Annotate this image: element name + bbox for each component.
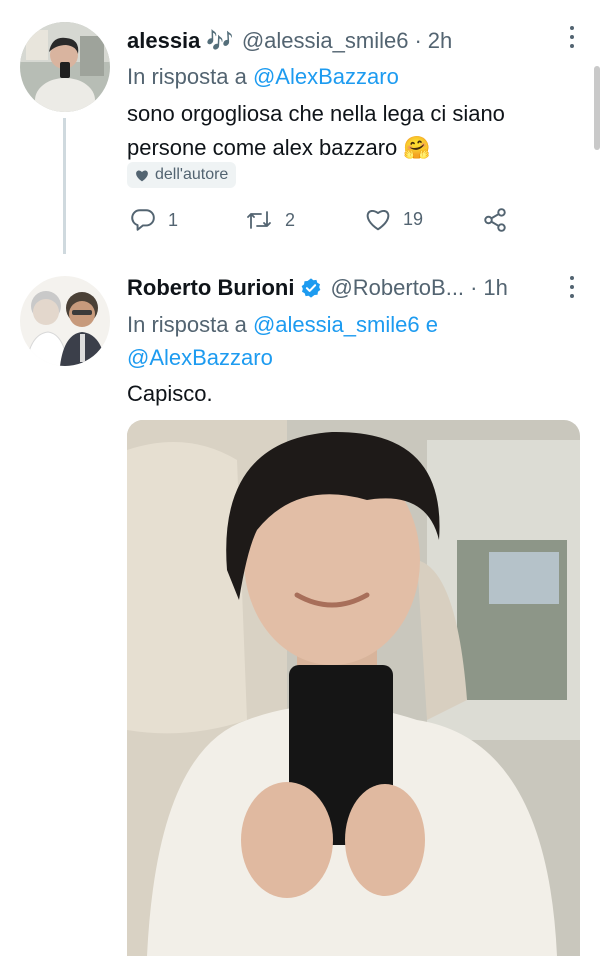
separator-dot: · [414, 28, 422, 53]
tweet-text: sono orgogliosa che nella lega ci siano … [127, 101, 505, 160]
reply-button[interactable]: 1 [130, 207, 178, 233]
reply-mention-1[interactable]: @alessia_smile6 [253, 312, 420, 337]
avatar[interactable] [20, 22, 110, 112]
timestamp[interactable]: 1h [483, 275, 507, 301]
reply-mention-2[interactable]: @AlexBazzaro [127, 345, 273, 370]
reply-count: 1 [168, 209, 179, 230]
reply-prefix: In risposta a [127, 64, 247, 89]
music-notes-emoji: 🎶 [206, 28, 234, 53]
share-icon [484, 208, 506, 232]
separator-dot: · [470, 275, 478, 300]
reply-mention[interactable]: @AlexBazzaro [253, 64, 399, 89]
like-count: 19 [403, 208, 424, 229]
tweet-image[interactable] [127, 420, 580, 956]
like-button[interactable]: 19 [365, 207, 423, 231]
timestamp[interactable]: 2h [428, 28, 452, 54]
tweet-alessia[interactable]: alessia 🎶 @alessia_smile6 · 2h In rispos… [0, 0, 600, 258]
tweet-header: alessia 🎶 @alessia_smile6 · 2h [127, 28, 560, 54]
selfie-photo-icon [20, 22, 110, 112]
verified-badge-icon [302, 278, 321, 298]
heart-icon [366, 210, 390, 231]
heart-icon [136, 169, 148, 181]
tweet-roberto[interactable]: Roberto Burioni @RobertoB... · 1h In ris… [0, 258, 600, 956]
reply-prefix: In risposta a [127, 312, 247, 337]
badge-label: dell'autore [155, 166, 229, 183]
display-name[interactable]: alessia [127, 28, 200, 54]
reply-context: In risposta a @AlexBazzaro [127, 60, 399, 93]
user-handle[interactable]: @alessia_smile6 [242, 28, 409, 54]
avatar[interactable] [20, 276, 110, 366]
more-options-icon[interactable] [568, 26, 576, 48]
reply-context: In risposta a @alessia_smile6 e @AlexBaz… [127, 308, 547, 374]
tweet-header: Roberto Burioni @RobertoB... · 1h [127, 275, 560, 301]
more-options-icon[interactable] [568, 276, 576, 298]
retweet-count: 2 [285, 209, 296, 230]
share-button[interactable] [482, 207, 520, 233]
two-men-photo-icon [20, 276, 110, 366]
selfie-photo-icon [127, 420, 580, 956]
user-handle[interactable]: @RobertoB... [330, 275, 464, 301]
retweet-button[interactable]: 2 [245, 207, 295, 233]
action-bar: 1 2 19 [130, 207, 520, 235]
author-like-badge: dell'autore [127, 162, 237, 188]
retweet-icon [247, 211, 271, 229]
tweet-text: Capisco. [127, 381, 213, 406]
display-name[interactable]: Roberto Burioni [127, 275, 294, 301]
reply-and: e [425, 312, 438, 337]
reply-icon [131, 209, 155, 231]
